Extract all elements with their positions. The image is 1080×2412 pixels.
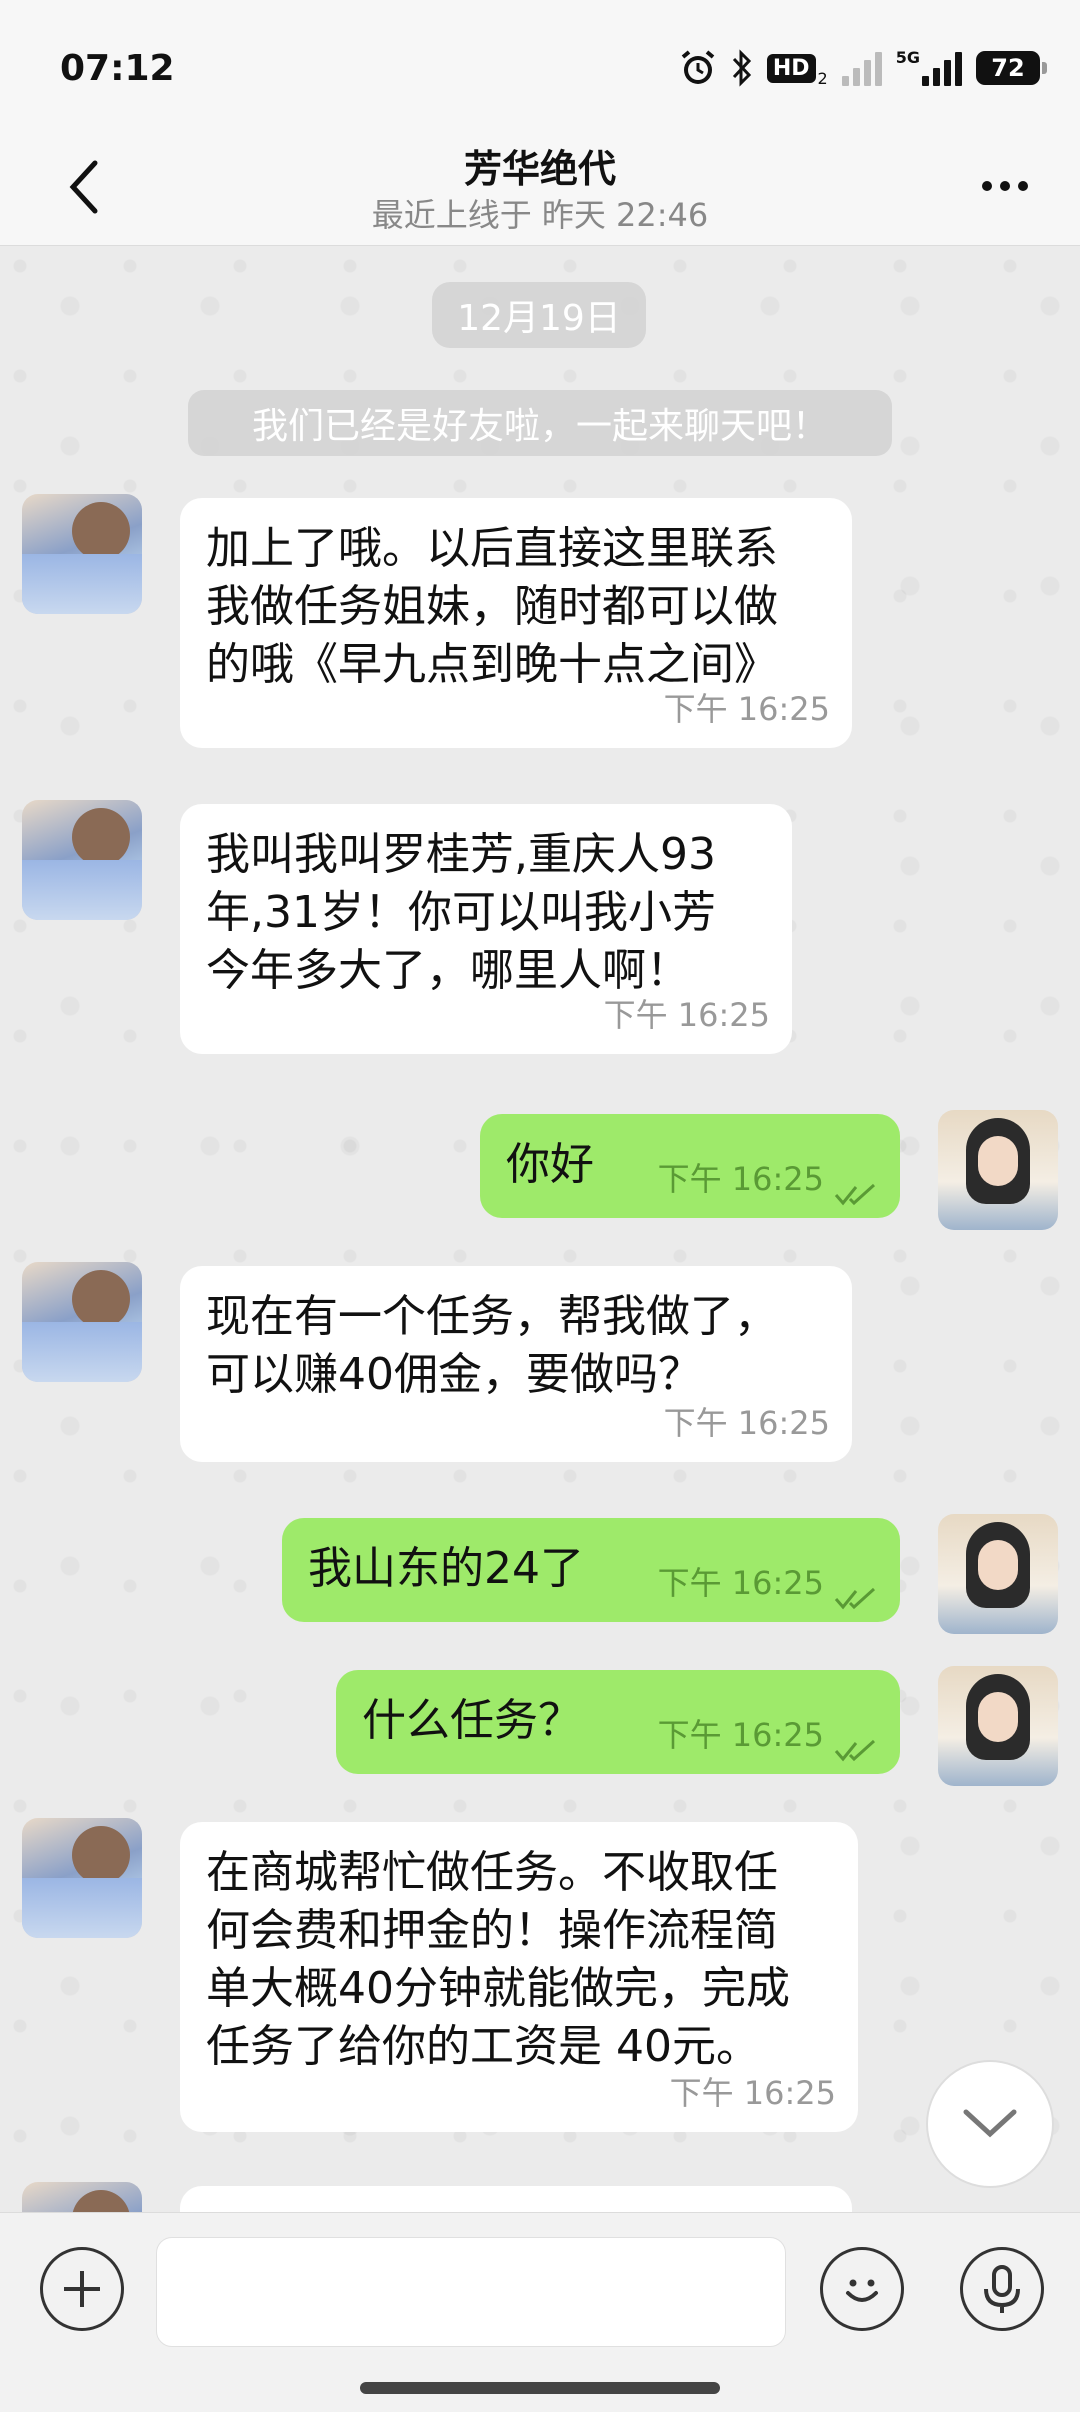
home-indicator[interactable] — [360, 2382, 720, 2394]
message-line: 我叫我叫罗桂芳,重庆人93 — [206, 829, 716, 880]
read-check-icon — [834, 1723, 878, 1762]
signal-sim1-icon — [841, 48, 882, 88]
my-avatar[interactable] — [938, 1110, 1058, 1230]
system-message: 我们已经是好友啦，一起来聊天吧！ — [188, 390, 892, 456]
message-time: 下午 16:25 — [663, 1404, 830, 1442]
plus-icon — [64, 2271, 100, 2307]
my-avatar[interactable] — [938, 1666, 1058, 1786]
read-check-icon — [834, 1571, 878, 1610]
message-line: 何会费和押金的！操作流程简 — [206, 1905, 778, 1956]
outgoing-message[interactable]: 我山东的24了 下午 16:25 — [282, 1518, 900, 1622]
message-time: 下午 16:25 — [657, 1160, 824, 1198]
status-time: 07:12 — [60, 48, 175, 89]
contact-avatar[interactable] — [22, 494, 142, 614]
attach-button[interactable] — [40, 2247, 124, 2331]
message-line: 现在有一个任务，帮我做了， — [206, 1291, 778, 1342]
alarm-icon — [679, 48, 717, 88]
date-divider: 12月19日 — [432, 282, 646, 348]
contact-avatar[interactable] — [22, 1262, 142, 1382]
status-icons: HD 2 5G 72 — [679, 46, 1047, 90]
hd-icon: HD 2 — [766, 48, 828, 88]
more-dot-icon — [1000, 181, 1010, 191]
my-avatar[interactable] — [938, 1514, 1058, 1634]
message-time: 下午 16:25 — [657, 1716, 824, 1754]
contact-avatar[interactable] — [22, 2182, 142, 2212]
smiley-icon — [846, 2279, 878, 2302]
outgoing-message[interactable]: 你好 下午 16:25 — [480, 1114, 900, 1218]
contact-avatar[interactable] — [22, 1818, 142, 1938]
incoming-message[interactable]: 加上了哦。以后直接这里联系 我做任务姐妹，随时都可以做 的哦《早九点到晚十点之间… — [180, 498, 852, 748]
chat-header: 芳华绝代 最近上线于 昨天 22:46 — [0, 126, 1080, 246]
emoji-button[interactable] — [820, 2247, 904, 2331]
read-check-icon — [834, 1167, 878, 1206]
more-options-button[interactable] — [970, 166, 1040, 206]
incoming-message[interactable]: 我叫我叫罗桂芳,重庆人93 年,31岁！你可以叫我小芳 今年多大了，哪里人啊！ … — [180, 804, 792, 1054]
signal-sim2-icon: 5G — [896, 48, 962, 88]
input-bar — [0, 2212, 1080, 2364]
chevron-down-icon — [963, 2109, 1017, 2138]
more-dot-icon — [1018, 181, 1028, 191]
outgoing-message[interactable]: 什么任务？ 下午 16:25 — [336, 1670, 900, 1774]
battery-icon: 72 — [976, 48, 1047, 88]
chat-area[interactable]: 12月19日 我们已经是好友啦，一起来聊天吧！ 加上了哦。以后直接这里联系 我做… — [0, 246, 1080, 2212]
incoming-message[interactable]: 现在有一个任务，帮我做了， 可以赚40佣金，要做吗？ 下午 16:25 — [180, 1266, 852, 1462]
message-line: 我做任务姐妹，随时都可以做 — [206, 581, 778, 632]
message-line: 年,31岁！你可以叫我小芳 — [206, 887, 716, 938]
message-line: 在商城帮忙做任务。不收取任 — [206, 1847, 778, 1898]
scroll-to-bottom-button[interactable] — [926, 2060, 1054, 2188]
message-time: 下午 16:25 — [603, 996, 770, 1034]
incoming-message[interactable] — [180, 2186, 852, 2212]
bluetooth-icon — [731, 48, 753, 88]
status-bar: 07:12 HD 2 5G 72 — [0, 0, 1080, 126]
home-bar — [0, 2364, 1080, 2412]
more-dot-icon — [982, 181, 992, 191]
microphone-icon — [984, 2265, 1020, 2313]
last-seen-status: 最近上线于 昨天 22:46 — [371, 196, 709, 234]
incoming-message[interactable]: 在商城帮忙做任务。不收取任 何会费和押金的！操作流程简 单大概40分钟就能做完，… — [180, 1822, 858, 2132]
message-time: 下午 16:25 — [669, 2074, 836, 2112]
message-line: 加上了哦。以后直接这里联系 — [206, 523, 778, 574]
voice-button[interactable] — [960, 2247, 1044, 2331]
contact-avatar[interactable] — [22, 800, 142, 920]
message-time: 下午 16:25 — [663, 690, 830, 728]
message-time: 下午 16:25 — [657, 1564, 824, 1602]
contact-name[interactable]: 芳华绝代 — [0, 138, 1080, 193]
message-line: 单大概40分钟就能做完，完成 — [206, 1963, 790, 2014]
message-input[interactable] — [156, 2237, 786, 2347]
